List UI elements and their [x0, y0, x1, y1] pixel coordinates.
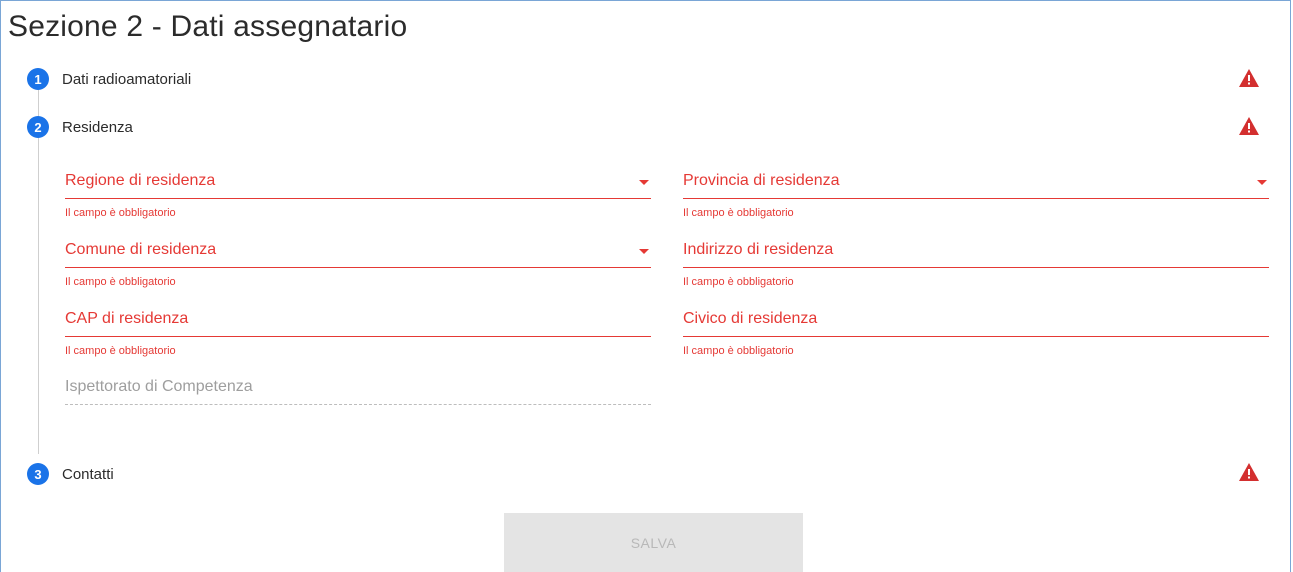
warning-icon [1239, 117, 1259, 135]
comune-label: Comune di residenza [65, 241, 217, 258]
step-number: 1 [27, 68, 49, 90]
step-number: 3 [27, 463, 49, 485]
provincia-error: Il campo è obbligatorio [683, 207, 794, 219]
step-label: Residenza [62, 118, 133, 136]
step-number: 2 [27, 116, 49, 138]
regione-error: Il campo è obbligatorio [65, 207, 176, 219]
dropdown-arrow-icon[interactable] [639, 249, 649, 254]
civico-error: Il campo è obbligatorio [683, 345, 794, 357]
comune-error: Il campo è obbligatorio [65, 276, 176, 288]
cap-input[interactable]: CAP di residenza Il campo è obbligatorio [65, 306, 651, 357]
regione-select[interactable]: Regione di residenza Il campo è obbligat… [65, 168, 651, 219]
ispettorato-label: Ispettorato di Competenza [65, 378, 253, 395]
step-label: Contatti [62, 465, 114, 483]
step-contatti[interactable]: 3 Contatti [27, 463, 114, 485]
cap-label: CAP di residenza [65, 310, 189, 327]
regione-label: Regione di residenza [65, 172, 216, 189]
civico-label: Civico di residenza [683, 310, 818, 327]
dropdown-arrow-icon[interactable] [639, 180, 649, 185]
provincia-select[interactable]: Provincia di residenza Il campo è obblig… [683, 168, 1269, 219]
indirizzo-label: Indirizzo di residenza [683, 241, 834, 258]
page-title: Sezione 2 - Dati assegnatario [8, 10, 408, 43]
step-dati-radioamatoriali[interactable]: 1 Dati radioamatoriali [27, 68, 191, 90]
warning-icon [1239, 69, 1259, 87]
indirizzo-input[interactable]: Indirizzo di residenza Il campo è obblig… [683, 237, 1269, 288]
step-label: Dati radioamatoriali [62, 70, 192, 88]
civico-input[interactable]: Civico di residenza Il campo è obbligato… [683, 306, 1269, 357]
dropdown-arrow-icon[interactable] [1257, 180, 1267, 185]
provincia-label: Provincia di residenza [683, 172, 840, 189]
stepper-line [38, 86, 39, 454]
step-residenza[interactable]: 2 Residenza [27, 116, 133, 138]
comune-select[interactable]: Comune di residenza Il campo è obbligato… [65, 237, 651, 288]
save-button[interactable]: SALVA [504, 513, 803, 572]
indirizzo-error: Il campo è obbligatorio [683, 276, 794, 288]
cap-error: Il campo è obbligatorio [65, 345, 176, 357]
ispettorato-input: Ispettorato di Competenza [65, 374, 651, 405]
warning-icon [1239, 463, 1259, 481]
